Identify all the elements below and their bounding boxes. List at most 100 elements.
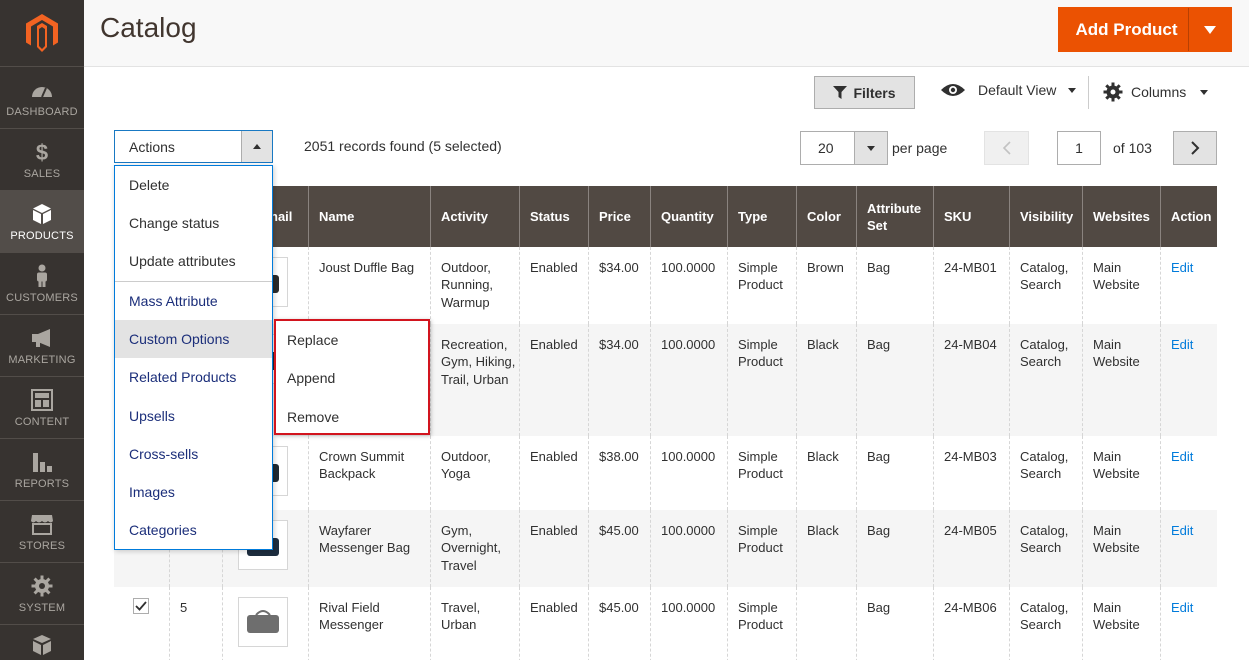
caret-down-icon [1200,89,1209,95]
websites-cell: Main Website [1082,436,1160,510]
per-page-toggle[interactable] [854,132,887,164]
table-row[interactable]: Crown Summit Backpack Outdoor, Yoga Enable… [114,436,1217,510]
header-status[interactable]: Status [519,186,588,247]
header-color[interactable]: Color [796,186,856,247]
type-cell: Simple Product [727,247,796,324]
visibility-cell: Catalog, Search [1009,436,1082,510]
price-cell: $34.00 [588,324,650,436]
header-name[interactable]: Name [308,186,430,247]
sidebar-item-more[interactable] [0,624,84,660]
status-cell: Enabled [519,587,588,660]
gear-icon [1103,82,1123,102]
header-price[interactable]: Price [588,186,650,247]
megaphone-icon [30,325,54,351]
add-product-label[interactable]: Add Product [1059,8,1189,51]
actions-toggle[interactable] [241,131,272,162]
sidebar-item-marketing[interactable]: MARKETING [0,314,84,376]
page-number-input[interactable]: 1 [1057,131,1101,165]
actions-label: Actions [129,138,175,155]
header-sku[interactable]: SKU [933,186,1009,247]
price-cell: $45.00 [588,510,650,587]
action-custom-options[interactable]: Custom Options [115,320,272,358]
action-related-products[interactable]: Related Products [115,358,272,396]
sidebar-item-label: DASHBOARD [6,106,78,118]
edit-link[interactable]: Edit [1160,510,1217,587]
product-thumbnail[interactable] [238,597,288,647]
action-images[interactable]: Images [115,473,272,511]
submenu-remove[interactable]: Remove [276,398,428,436]
records-count: 2051 records found (5 selected) [304,138,502,154]
action-categories[interactable]: Categories [115,511,272,549]
magento-logo[interactable] [0,0,84,66]
sidebar-item-reports[interactable]: REPORTS [0,438,84,500]
edit-link[interactable]: Edit [1160,436,1217,510]
action-delete[interactable]: Delete [115,166,272,204]
header-websites[interactable]: Websites [1082,186,1160,247]
sidebar-item-sales[interactable]: $ SALES [0,128,84,190]
previous-page-button[interactable] [984,131,1029,165]
actions-select[interactable]: Actions [114,130,273,163]
sidebar-item-label: REPORTS [14,478,70,490]
edit-link[interactable]: Edit [1160,247,1217,324]
columns-label: Columns [1131,84,1187,100]
sidebar-item-label: SALES [23,168,61,180]
name-cell: Rival Field Messenger [308,587,430,660]
funnel-icon [833,86,848,99]
table-row[interactable]: Wayfarer Messenger Bag Gym, Overnight, Tr… [114,510,1217,587]
per-page-select[interactable]: 20 [800,131,888,165]
id-cell: 5 [169,587,222,660]
sidebar-item-stores[interactable]: STORES [0,500,84,562]
header-type[interactable]: Type [727,186,796,247]
filters-label: Filters [853,84,896,101]
activity-cell: Gym, Overnight, Travel [430,510,519,587]
sidebar-item-system[interactable]: SYSTEM [0,562,84,624]
table-row[interactable]: 5 Rival Field Messenger Travel, Urban Enabl… [114,587,1217,660]
action-upsells[interactable]: Upsells [115,397,272,435]
header-visibility[interactable]: Visibility [1009,186,1082,247]
svg-text:$: $ [36,140,48,164]
price-cell: $34.00 [588,247,650,324]
header-thumbnail-label: nail [270,209,293,224]
add-product-button[interactable]: Add Product [1058,7,1232,52]
sku-cell: 24-MB01 [933,247,1009,324]
add-product-split-toggle[interactable] [1189,8,1231,51]
cube-icon [32,201,52,227]
header-quantity[interactable]: Quantity [650,186,727,247]
quantity-cell: 100.0000 [650,510,727,587]
next-page-button[interactable] [1173,131,1217,165]
sidebar-item-dashboard[interactable]: DASHBOARD [0,66,84,128]
visibility-cell: Catalog, Search [1009,587,1082,660]
table-row[interactable]: Joust Duffle Bag Outdoor, Running, Warmup… [114,247,1217,324]
quantity-cell: 100.0000 [650,436,727,510]
type-cell: Simple Product [727,324,796,436]
eye-icon [941,84,965,96]
magento-logo-icon [26,14,58,52]
columns-control[interactable]: Columns [1103,82,1209,102]
action-cross-sells[interactable]: Cross-sells [115,435,272,473]
submenu-replace[interactable]: Replace [276,321,428,359]
filters-button[interactable]: Filters [814,76,915,109]
header-attribute-set[interactable]: Attribute Set [856,186,933,247]
sidebar-item-label: SYSTEM [18,602,66,614]
submenu-append[interactable]: Append [276,359,428,397]
attribute-set-cell: Bag [856,247,933,324]
checkmark-icon [135,601,147,611]
status-cell: Enabled [519,510,588,587]
edit-link[interactable]: Edit [1160,324,1217,436]
action-mass-attribute[interactable]: Mass Attribute [115,282,272,320]
edit-link[interactable]: Edit [1160,587,1217,660]
action-change-status[interactable]: Change status [115,204,272,242]
color-cell: Black [796,436,856,510]
layout-icon [31,387,53,413]
row-checkbox[interactable] [133,598,149,614]
sidebar-item-products[interactable]: PRODUCTS [0,190,84,252]
type-cell: Simple Product [727,587,796,660]
websites-cell: Main Website [1082,587,1160,660]
header-activity[interactable]: Activity [430,186,519,247]
action-update-attributes[interactable]: Update attributes [115,242,272,280]
sidebar-item-customers[interactable]: CUSTOMERS [0,252,84,314]
sku-cell: 24-MB03 [933,436,1009,510]
sidebar-item-content[interactable]: CONTENT [0,376,84,438]
color-cell: Black [796,324,856,436]
view-switcher[interactable]: Default View [941,82,1077,98]
